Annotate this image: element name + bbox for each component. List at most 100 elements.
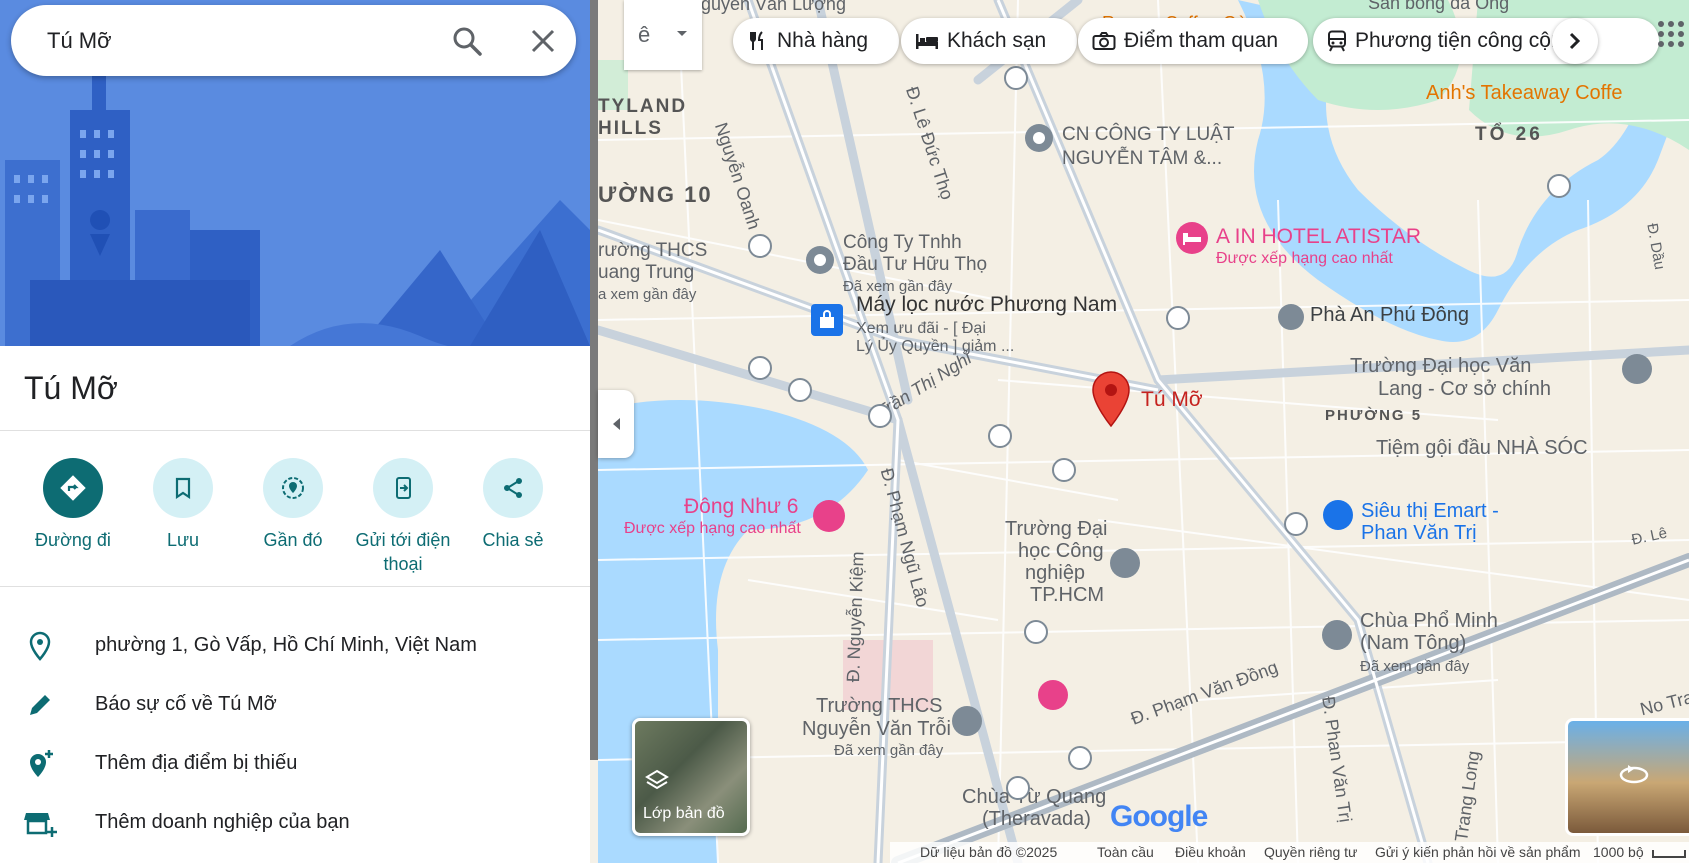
poi-label: Chùa Phổ Minh: [1360, 610, 1498, 632]
street-view-thumbnail[interactable]: [1565, 718, 1689, 836]
save-button[interactable]: Lưu: [128, 458, 238, 552]
script-icon: ê: [638, 22, 651, 47]
chips-next-button[interactable]: [1552, 18, 1598, 64]
bus-stop-icon[interactable]: [1166, 306, 1190, 330]
map-pin-icon: [1092, 371, 1130, 428]
bus-stop-icon[interactable]: [788, 378, 812, 402]
scale-label[interactable]: 1000 bộ: [1593, 844, 1644, 860]
bus-stop-icon[interactable]: [1006, 776, 1030, 800]
poi-label: CN CÔNG TY LUẬT: [1062, 124, 1235, 145]
area-label: TYLAND: [598, 96, 688, 117]
selected-place-pin[interactable]: [1091, 370, 1131, 433]
chevron-left-icon: [613, 418, 620, 430]
place-panel: Tú Mỡ Tú Mỡ Đường đi Lưu Gần đó Gửi tới …: [0, 0, 590, 863]
chip-hotels[interactable]: Khách sạn: [901, 18, 1077, 64]
place-icon: [806, 246, 834, 274]
chip-attractions[interactable]: Điểm tham quan: [1078, 18, 1308, 64]
bus-stop-icon[interactable]: [1547, 174, 1571, 198]
bus-stop-icon[interactable]: [1004, 66, 1028, 90]
phone-icon: [373, 458, 433, 518]
report-issue-row[interactable]: Báo sự cố về Tú Mỡ: [0, 677, 590, 733]
hotel-icon[interactable]: [813, 500, 845, 532]
poi-marker[interactable]: [804, 244, 836, 281]
bus-stop-icon[interactable]: [988, 424, 1012, 448]
chip-transit[interactable]: Phương tiện công cộng: [1313, 18, 1659, 64]
bus-stop-icon[interactable]: [748, 234, 772, 258]
apps-grid-icon[interactable]: [1657, 20, 1685, 53]
train-icon: [1328, 30, 1346, 52]
location-pin-icon: [24, 630, 56, 662]
search-box[interactable]: Tú Mỡ: [11, 5, 576, 76]
share-icon: [483, 458, 543, 518]
directions-label: Đường đi: [35, 530, 111, 550]
scale-bar: [1652, 850, 1686, 858]
shopping-icon[interactable]: [811, 304, 843, 336]
place-icon: [1025, 124, 1053, 152]
poi-label: (Nam Tông): [1360, 632, 1467, 654]
layers-label: Lớp bản đồ: [643, 805, 725, 822]
bus-stop-icon[interactable]: [868, 404, 892, 428]
poi-label: Máy lọc nước Phương Nam: [856, 293, 1118, 316]
layers-icon: [645, 769, 669, 790]
hotel-icon[interactable]: [1176, 222, 1208, 254]
share-button[interactable]: Chia sẻ: [458, 458, 568, 552]
divider: [0, 430, 590, 431]
map-data-attribution: Dữ liệu bản đồ ©2025: [920, 844, 1058, 860]
hotel-icon[interactable]: [1038, 680, 1068, 710]
poi-label: rường THCS: [598, 240, 708, 261]
bus-stop-icon[interactable]: [1052, 458, 1076, 482]
poi-label: Nguyễn Văn Trỗi: [802, 718, 951, 740]
address-text: phường 1, Gò Vấp, Hồ Chí Minh, Việt Nam: [95, 634, 477, 656]
chip-label: Phương tiện công cộng: [1355, 29, 1575, 52]
poi-label: Trường THCS: [816, 695, 943, 717]
search-input[interactable]: Tú Mỡ: [47, 28, 112, 54]
map-type-toggle[interactable]: ê: [624, 0, 702, 70]
poi-label: (Theravada): [982, 808, 1091, 830]
feedback-link[interactable]: Gửi ý kiến phản hồi về sản phẩm: [1375, 844, 1581, 860]
place-title: Tú Mỡ: [24, 370, 118, 406]
poi-label: Tiệm gội đầu NHÀ SÓC: [1376, 437, 1588, 459]
search-icon[interactable]: [451, 25, 483, 57]
poi-marker[interactable]: [1023, 122, 1055, 159]
poi-label: Lý Ủy Quyền ] giảm ...: [856, 338, 1015, 355]
bus-stop-icon[interactable]: [748, 356, 772, 380]
address-row[interactable]: phường 1, Gò Vấp, Hồ Chí Minh, Việt Nam: [0, 618, 590, 674]
chip-restaurants[interactable]: Nhà hàng: [733, 18, 899, 64]
map-footer: Dữ liệu bản đồ ©2025 Toàn cầu Điều khoản…: [890, 842, 1689, 863]
bus-stop-icon[interactable]: [1284, 512, 1308, 536]
school-icon[interactable]: [1110, 548, 1140, 578]
map-canvas[interactable]: TYLAND HILLS ƯỜNG 10 TỔ 26 PHƯỜNG 5 Nguy…: [598, 0, 1689, 863]
close-icon[interactable]: [529, 27, 557, 55]
area-label: ƯỜNG 10: [598, 182, 713, 207]
bus-stop-icon[interactable]: [1024, 620, 1048, 644]
panel-scrollbar[interactable]: [590, 0, 598, 760]
directions-button[interactable]: Đường đi: [18, 458, 128, 552]
report-issue-text: Báo sự cố về Tú Mỡ: [95, 693, 277, 715]
fork-knife-icon: [750, 31, 763, 50]
poi-label: Được xếp hạng cao nhất: [1216, 250, 1393, 267]
add-business-row[interactable]: Thêm doanh nghiệp của bạn: [0, 795, 590, 851]
temple-icon[interactable]: [1322, 620, 1352, 650]
school-icon[interactable]: [952, 706, 982, 736]
poi-label: Lang - Cơ sở chính: [1378, 378, 1551, 400]
nearby-button[interactable]: Gần đó: [238, 458, 348, 552]
area-label: PHƯỜNG 5: [1325, 407, 1423, 424]
map-layers-button[interactable]: Lớp bản đồ: [632, 718, 750, 836]
shopping-cart-icon[interactable]: [1323, 500, 1353, 530]
ferry-icon[interactable]: [1278, 304, 1304, 330]
collapse-panel-button[interactable]: [598, 390, 634, 458]
poi-label: NGUYỄN TÂM &...: [1062, 148, 1223, 169]
chip-label: Điểm tham quan: [1124, 29, 1279, 52]
poi-label: Phà An Phú Đông: [1310, 304, 1470, 326]
global-link[interactable]: Toàn cầu: [1097, 844, 1154, 860]
poi-label: Đầu Tư Hữu Thọ: [843, 254, 988, 275]
terms-link[interactable]: Điều khoản: [1175, 844, 1246, 860]
send-to-phone-button[interactable]: Gửi tới điện thoại: [348, 458, 458, 576]
poi-label: Đông Như 6: [684, 495, 799, 518]
bus-stop-icon[interactable]: [1068, 746, 1092, 770]
add-place-row[interactable]: Thêm địa điểm bị thiếu: [0, 736, 590, 792]
school-icon[interactable]: [1622, 354, 1652, 384]
save-label: Lưu: [166, 530, 200, 550]
chip-label: Nhà hàng: [777, 29, 869, 52]
privacy-link[interactable]: Quyền riêng tư: [1264, 844, 1357, 860]
